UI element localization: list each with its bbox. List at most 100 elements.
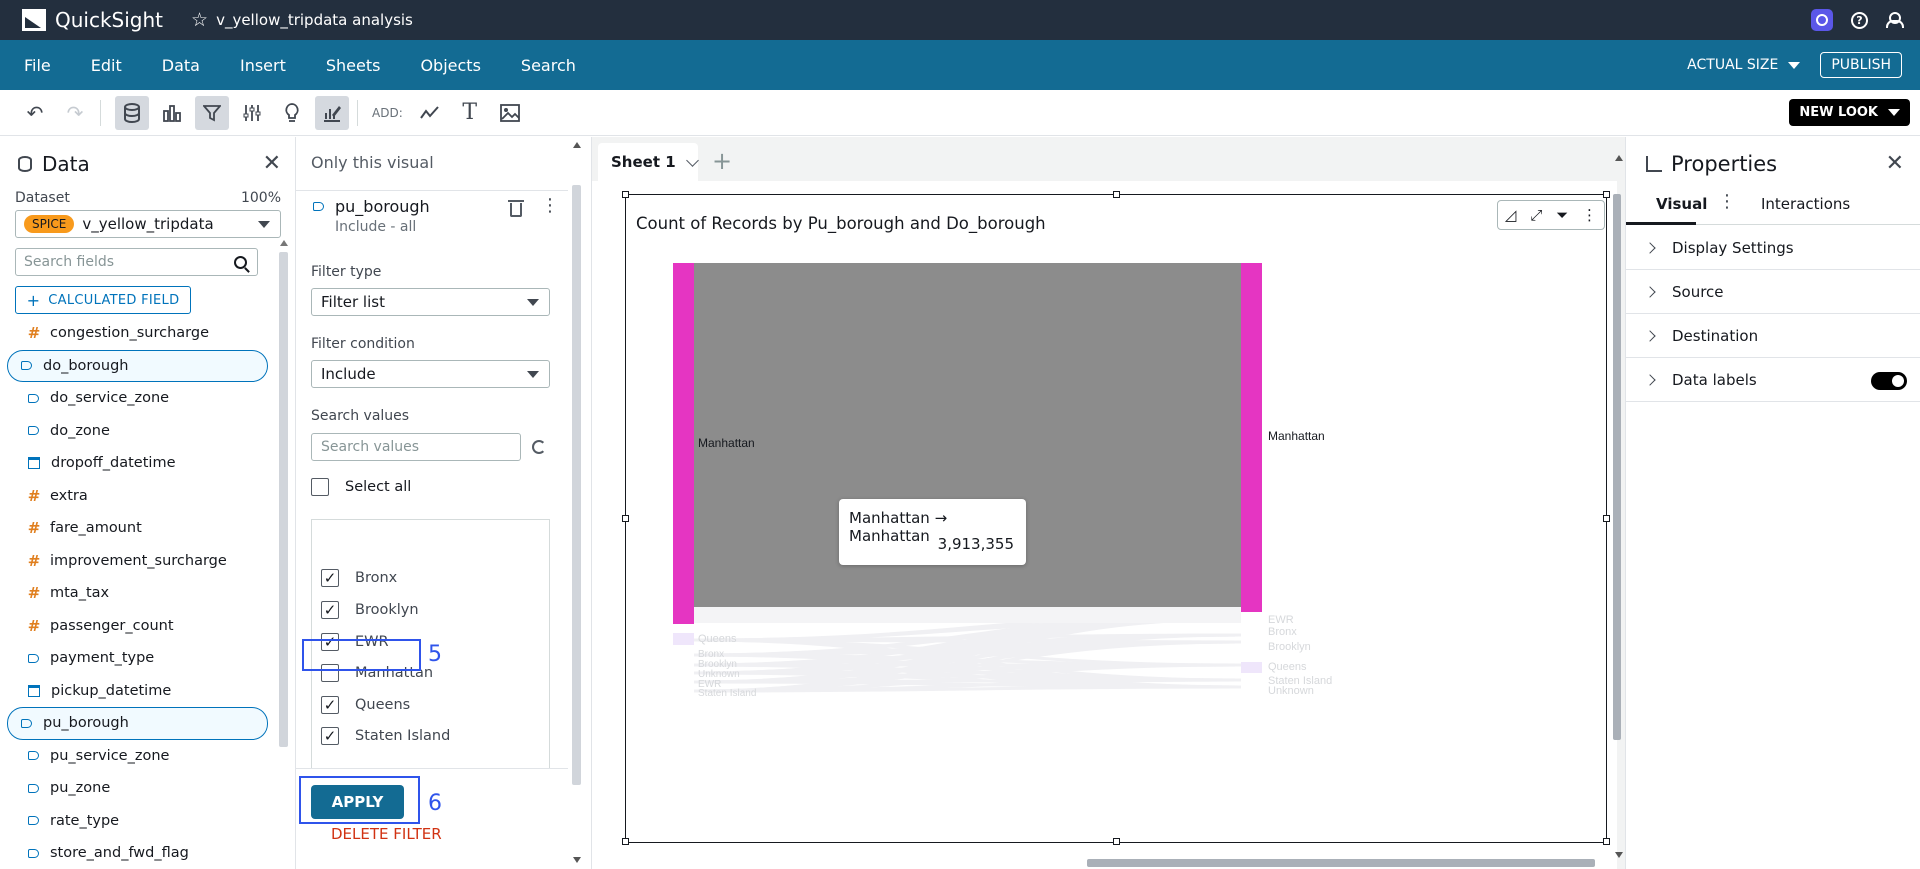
- tab-sheet-1[interactable]: Sheet 1: [598, 143, 699, 181]
- filter-panel-scrollbar[interactable]: [572, 185, 581, 785]
- menu-insert[interactable]: Insert: [240, 56, 286, 75]
- add-calculated-field-button[interactable]: + CALCULATED FIELD: [15, 286, 191, 314]
- scroll-down-arrow[interactable]: [573, 857, 581, 863]
- menu-sheets[interactable]: Sheets: [326, 56, 381, 75]
- add-text-icon[interactable]: T: [453, 96, 487, 130]
- filter-value-staten-island[interactable]: Staten Island: [321, 727, 450, 745]
- menu-file[interactable]: File: [24, 56, 51, 75]
- field-item-payment-type[interactable]: payment_type: [7, 642, 268, 675]
- field-item-congestion-surcharge[interactable]: # congestion_surcharge: [7, 317, 268, 350]
- field-label: pu_service_zone: [50, 747, 170, 764]
- section-destination[interactable]: Destination: [1626, 314, 1920, 358]
- format-visual-icon[interactable]: [315, 95, 349, 130]
- more-options-icon[interactable]: ⋮: [541, 197, 559, 215]
- new-look-button[interactable]: NEW LOOK: [1789, 99, 1910, 126]
- filter-value-bronx[interactable]: Bronx: [321, 569, 397, 587]
- value-checkbox[interactable]: [321, 696, 339, 714]
- field-item-do-zone[interactable]: do_zone: [7, 415, 268, 448]
- filter-icon[interactable]: [195, 95, 229, 130]
- filter-field-header[interactable]: pu_borough Include - all: [312, 197, 430, 235]
- parameters-icon[interactable]: [235, 96, 269, 130]
- value-checkbox[interactable]: [321, 601, 339, 619]
- chevron-down-icon[interactable]: [685, 153, 699, 167]
- analysis-title[interactable]: v_yellow_tripdata analysis: [216, 11, 413, 29]
- sankey-node-destination-manhattan[interactable]: [1241, 263, 1262, 612]
- tab-visual[interactable]: Visual: [1656, 195, 1707, 213]
- section-display-settings[interactable]: Display Settings: [1626, 226, 1920, 270]
- filter-scope-header[interactable]: Only this visual: [296, 137, 591, 172]
- undo-icon[interactable]: ↶: [18, 96, 52, 130]
- close-icon[interactable]: ✕: [263, 151, 281, 176]
- data-labels-toggle[interactable]: [1871, 372, 1907, 390]
- dataset-select[interactable]: SPICE v_yellow_tripdata: [15, 210, 281, 238]
- more-options-icon[interactable]: ⋮: [1718, 193, 1736, 211]
- select-all-checkbox-row[interactable]: Select all: [311, 478, 411, 496]
- quicksight-logo[interactable]: QuickSight: [22, 8, 163, 32]
- field-label: pu_zone: [50, 780, 111, 797]
- field-item-fare-amount[interactable]: # fare_amount: [7, 512, 268, 545]
- add-sheet-icon[interactable]: +: [712, 147, 732, 175]
- scroll-up-arrow[interactable]: [1615, 155, 1623, 161]
- menu-objects[interactable]: Objects: [420, 56, 480, 75]
- filter-value-brooklyn[interactable]: Brooklyn: [321, 601, 419, 619]
- sankey-visual[interactable]: Count of Records by Pu_borough and Do_bo…: [622, 191, 1610, 845]
- delete-filter-link[interactable]: DELETE FILTER: [331, 825, 442, 843]
- data-pane-icon[interactable]: [115, 95, 149, 130]
- sankey-link[interactable]: [694, 607, 1241, 623]
- toolbar: ↶ ↷ ADD: T NEW LOOK: [0, 90, 1920, 136]
- help-icon[interactable]: ?: [1851, 11, 1868, 29]
- value-checkbox[interactable]: [321, 727, 339, 745]
- insights-lightbulb-icon[interactable]: [275, 96, 309, 130]
- add-image-icon[interactable]: [493, 96, 527, 130]
- close-icon[interactable]: ✕: [1886, 151, 1904, 176]
- field-item-extra[interactable]: # extra: [7, 480, 268, 513]
- search-values-input[interactable]: Search values: [311, 433, 521, 461]
- select-all-checkbox[interactable]: [311, 478, 329, 496]
- star-icon[interactable]: ☆: [191, 9, 208, 31]
- scroll-up-arrow[interactable]: [573, 142, 581, 148]
- field-item-pu-zone[interactable]: pu_zone: [7, 772, 268, 805]
- field-item-dropoff-datetime[interactable]: dropoff_datetime: [7, 447, 268, 480]
- filter-type-select[interactable]: Filter list: [311, 288, 550, 316]
- menu-search[interactable]: Search: [521, 56, 576, 75]
- field-item-pickup-datetime[interactable]: pickup_datetime: [7, 675, 268, 708]
- field-item-pu-borough[interactable]: pu_borough: [7, 707, 268, 740]
- amazon-q-icon[interactable]: [1811, 9, 1833, 31]
- canvas-horizontal-scrollbar[interactable]: [1087, 859, 1595, 867]
- sankey-node-source-queens[interactable]: [673, 633, 694, 645]
- field-item-passenger-count[interactable]: # passenger_count: [7, 610, 268, 643]
- actual-size-dropdown[interactable]: ACTUAL SIZE: [1687, 57, 1801, 73]
- field-label: payment_type: [50, 650, 155, 667]
- field-item-rate-type[interactable]: rate_type: [7, 805, 268, 838]
- refresh-icon[interactable]: [532, 440, 546, 454]
- tab-interactions[interactable]: Interactions: [1761, 195, 1850, 213]
- field-item-mta-tax[interactable]: # mta_tax: [7, 577, 268, 610]
- dataset-name: v_yellow_tripdata: [82, 215, 214, 233]
- visualize-icon[interactable]: [155, 96, 189, 130]
- field-item-improvement-surcharge[interactable]: # improvement_surcharge: [7, 545, 268, 578]
- sankey-node-source-manhattan[interactable]: [673, 263, 694, 624]
- field-item-store-and-fwd-flag[interactable]: store_and_fwd_flag: [7, 837, 268, 869]
- publish-button[interactable]: PUBLISH: [1820, 52, 1902, 78]
- add-visual-line-icon[interactable]: [413, 96, 447, 130]
- field-list-scrollbar[interactable]: [279, 252, 288, 747]
- menu-data[interactable]: Data: [162, 56, 200, 75]
- value-checkbox[interactable]: [321, 569, 339, 587]
- section-source[interactable]: Source: [1626, 270, 1920, 314]
- menu-edit[interactable]: Edit: [91, 56, 122, 75]
- scroll-up-arrow[interactable]: [280, 240, 288, 246]
- measure-icon: #: [27, 519, 41, 538]
- search-fields-input[interactable]: Search fields: [15, 248, 258, 276]
- field-item-do-service-zone[interactable]: do_service_zone: [7, 382, 268, 415]
- scroll-down-arrow[interactable]: [1615, 852, 1623, 858]
- sankey-node-destination-queens[interactable]: [1241, 662, 1262, 673]
- user-icon[interactable]: [1886, 12, 1904, 28]
- section-data-labels[interactable]: Data labels: [1626, 358, 1920, 402]
- filter-value-queens[interactable]: Queens: [321, 696, 410, 714]
- field-item-pu-service-zone[interactable]: pu_service_zone: [7, 740, 268, 773]
- field-item-do-borough[interactable]: do_borough: [7, 349, 268, 382]
- canvas-vertical-scrollbar[interactable]: [1613, 194, 1621, 740]
- delete-trash-icon[interactable]: [508, 200, 524, 217]
- filter-condition-select[interactable]: Include: [311, 360, 550, 388]
- redo-icon[interactable]: ↷: [58, 96, 92, 130]
